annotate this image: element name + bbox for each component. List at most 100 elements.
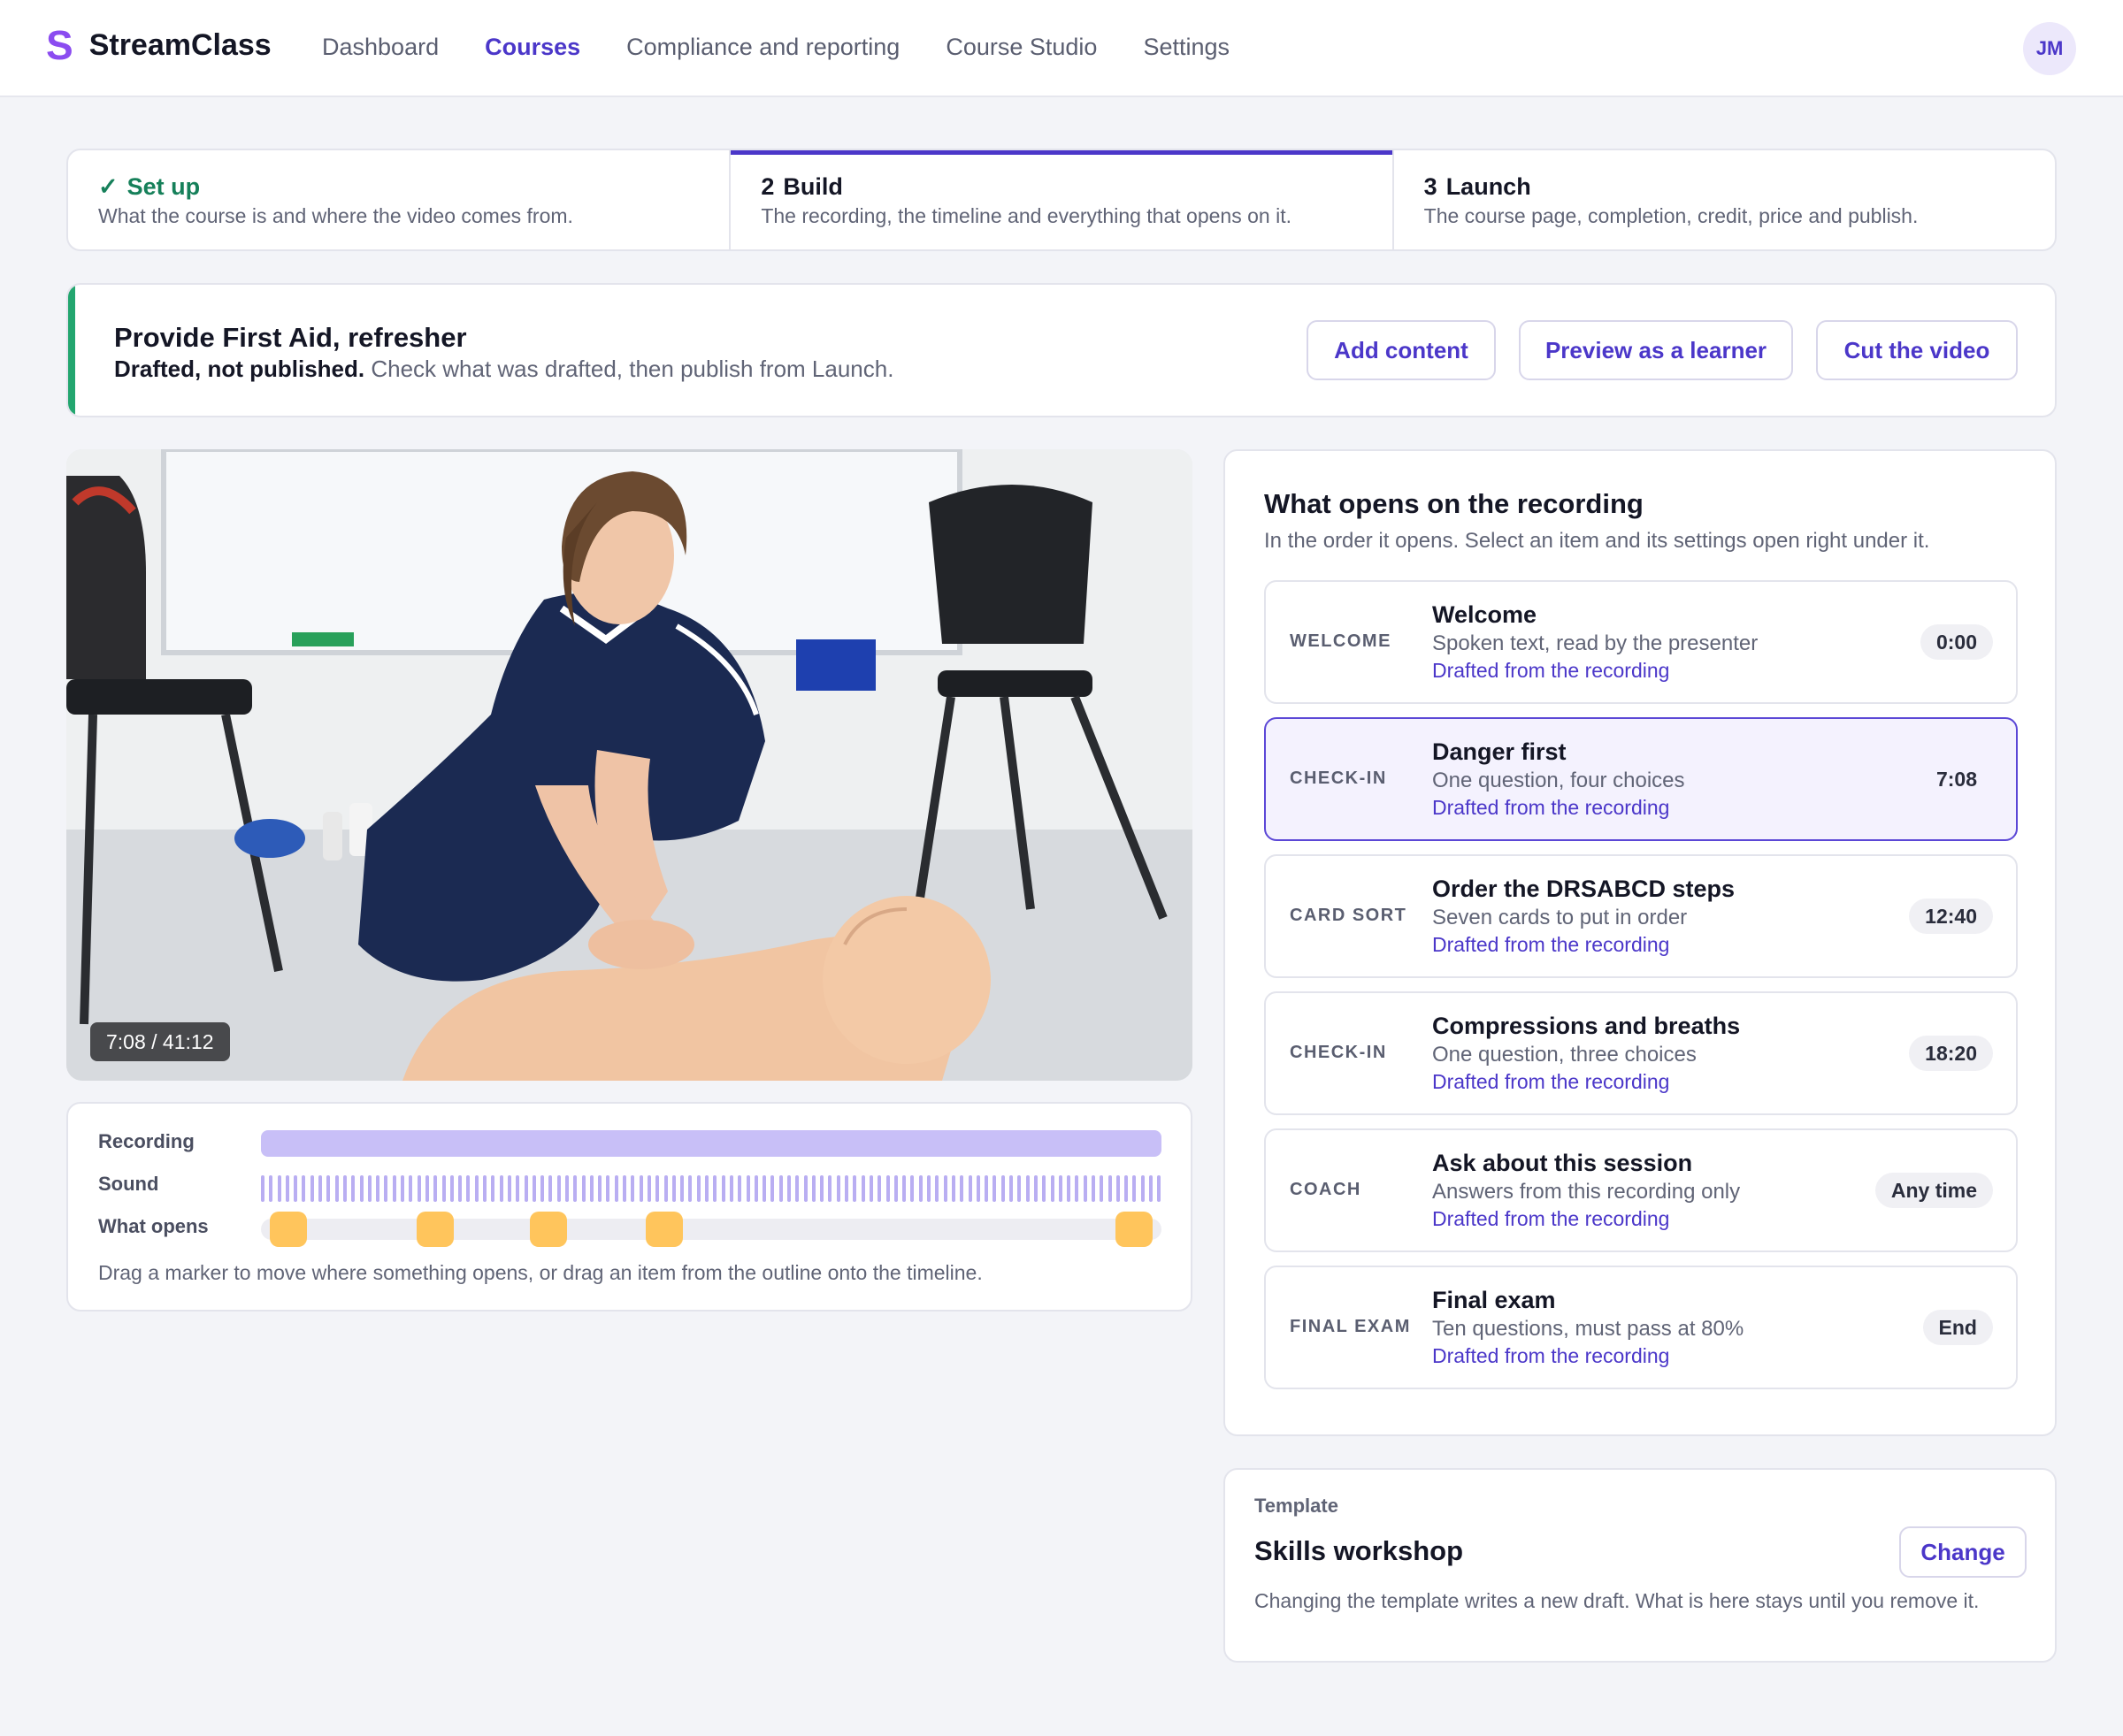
- waveform-tick: [1017, 1175, 1022, 1202]
- waveform-tick: [853, 1175, 857, 1202]
- outline-item-final-exam[interactable]: FINAL EXAM Final exam Ten questions, mus…: [1264, 1266, 2018, 1389]
- waveform-tick: [885, 1175, 890, 1202]
- nav-item-compliance-and-reporting[interactable]: Compliance and reporting: [626, 34, 900, 61]
- template-card: Template Skills workshop Change Changing…: [1223, 1468, 2057, 1663]
- step-name: Set up: [126, 173, 201, 200]
- timeline-marker[interactable]: [270, 1212, 307, 1247]
- waveform-tick: [893, 1175, 898, 1202]
- outline-item-order-drsabcd[interactable]: CARD SORT Order the DRSABCD steps Seven …: [1264, 854, 2018, 978]
- waveform-tick: [516, 1175, 520, 1202]
- item-source-link[interactable]: Drafted from the recording: [1432, 659, 1669, 683]
- user-avatar[interactable]: JM: [2023, 22, 2076, 75]
- item-source-link[interactable]: Drafted from the recording: [1432, 1344, 1669, 1368]
- waveform-tick: [778, 1175, 783, 1202]
- item-title: Welcome: [1432, 601, 1537, 628]
- what-opens-track[interactable]: [261, 1219, 1161, 1240]
- waveform-tick: [688, 1175, 693, 1202]
- waveform-tick: [1000, 1175, 1005, 1202]
- waveform-tick: [1042, 1175, 1046, 1202]
- waveform-tick: [1091, 1175, 1095, 1202]
- waveform-tick: [269, 1175, 273, 1202]
- waveform-tick: [483, 1175, 487, 1202]
- waveform-tick: [1025, 1175, 1030, 1202]
- item-time-badge: 18:20: [1909, 1036, 1993, 1071]
- item-time-badge: End: [1922, 1310, 1993, 1345]
- waveform-tick: [787, 1175, 791, 1202]
- draft-status-text: Drafted, not published. Check what was d…: [114, 356, 893, 383]
- recording-track[interactable]: [261, 1130, 1161, 1157]
- waveform-tick: [449, 1175, 454, 1202]
- waveform-tick: [294, 1175, 298, 1202]
- waveform-tick: [376, 1175, 380, 1202]
- preview-as-learner-button[interactable]: Preview as a learner: [1519, 320, 1793, 380]
- nav-item-course-studio[interactable]: Course Studio: [946, 34, 1097, 61]
- step-name: Build: [783, 173, 843, 200]
- item-kind: CHECK-IN: [1290, 1043, 1387, 1062]
- waveform-tick: [811, 1175, 816, 1202]
- waveform-tick: [1132, 1175, 1137, 1202]
- waveform-tick: [770, 1175, 775, 1202]
- waveform-tick: [993, 1175, 997, 1202]
- waveform-tick: [581, 1175, 586, 1202]
- item-source-link[interactable]: Drafted from the recording: [1432, 933, 1669, 957]
- waveform-tick: [721, 1175, 725, 1202]
- step-description: What the course is and where the video c…: [98, 204, 573, 227]
- waveform-tick: [1067, 1175, 1071, 1202]
- waveform-tick: [351, 1175, 356, 1202]
- item-title: Compressions and breaths: [1432, 1013, 1741, 1039]
- waveform-tick: [401, 1175, 405, 1202]
- item-source-link[interactable]: Drafted from the recording: [1432, 796, 1669, 820]
- add-content-button[interactable]: Add content: [1307, 320, 1496, 380]
- step-launch[interactable]: 3 Launch The course page, completion, cr…: [1391, 150, 2055, 249]
- waveform-tick: [828, 1175, 832, 1202]
- step-name: Launch: [1445, 173, 1531, 200]
- nav-item-courses[interactable]: Courses: [485, 34, 580, 61]
- waveform-tick: [573, 1175, 578, 1202]
- waveform-tick: [417, 1175, 421, 1202]
- timeline-marker[interactable]: [646, 1212, 684, 1247]
- outline-item-danger-first[interactable]: CHECK-IN Danger first One question, four…: [1264, 717, 2018, 841]
- waveform-tick: [499, 1175, 503, 1202]
- waveform-tick: [524, 1175, 528, 1202]
- nav-item-dashboard[interactable]: Dashboard: [322, 34, 439, 61]
- draft-status-banner: Provide First Aid, refresher Drafted, no…: [66, 283, 2057, 417]
- waveform-tick: [869, 1175, 873, 1202]
- waveform-tick: [1075, 1175, 1079, 1202]
- waveform-tick: [671, 1175, 676, 1202]
- outline-item-welcome[interactable]: WELCOME Welcome Spoken text, read by the…: [1264, 580, 2018, 704]
- item-source-link[interactable]: Drafted from the recording: [1432, 1070, 1669, 1094]
- timeline-hint: Drag a marker to move where something op…: [98, 1261, 983, 1284]
- waveform-tick: [1050, 1175, 1054, 1202]
- waveform-tick: [902, 1175, 907, 1202]
- outline-item-compressions-and-breaths[interactable]: CHECK-IN Compressions and breaths One qu…: [1264, 991, 2018, 1115]
- timeline-marker[interactable]: [1115, 1212, 1153, 1247]
- top-navigation-bar: S StreamClass Dashboard Courses Complian…: [0, 0, 2123, 97]
- cut-video-button[interactable]: Cut the video: [1816, 320, 2018, 380]
- waveform-tick: [1157, 1175, 1161, 1202]
- waveform-tick: [302, 1175, 306, 1202]
- video-player[interactable]: 7:08 / 41:12: [66, 449, 1192, 1081]
- item-kind: CARD SORT: [1290, 906, 1407, 925]
- item-source-link[interactable]: Drafted from the recording: [1432, 1207, 1669, 1231]
- timeline-marker[interactable]: [416, 1212, 454, 1247]
- waveform-tick: [927, 1175, 931, 1202]
- template-name: Skills workshop: [1254, 1535, 1464, 1566]
- waveform-tick: [746, 1175, 750, 1202]
- waveform-tick: [663, 1175, 668, 1202]
- video-timecode: 7:08 / 41:12: [90, 1022, 230, 1061]
- sound-waveform-track[interactable]: [261, 1174, 1161, 1203]
- waveform-tick: [532, 1175, 536, 1202]
- timeline-marker[interactable]: [529, 1212, 567, 1247]
- item-title: Danger first: [1432, 738, 1567, 765]
- waveform-tick: [277, 1175, 281, 1202]
- step-set-up[interactable]: ✓ Set up What the course is and where th…: [68, 150, 729, 249]
- waveform-tick: [705, 1175, 709, 1202]
- waveform-tick: [935, 1175, 939, 1202]
- item-description: Seven cards to put in order: [1432, 906, 1688, 929]
- outline-item-ask-about-session[interactable]: COACH Ask about this session Answers fro…: [1264, 1128, 2018, 1252]
- brand-logo[interactable]: S StreamClass: [46, 25, 272, 65]
- change-template-button[interactable]: Change: [1899, 1526, 2027, 1578]
- step-build[interactable]: 2 Build The recording, the timeline and …: [729, 150, 1392, 249]
- waveform-tick: [1140, 1175, 1145, 1202]
- nav-item-settings[interactable]: Settings: [1143, 34, 1230, 61]
